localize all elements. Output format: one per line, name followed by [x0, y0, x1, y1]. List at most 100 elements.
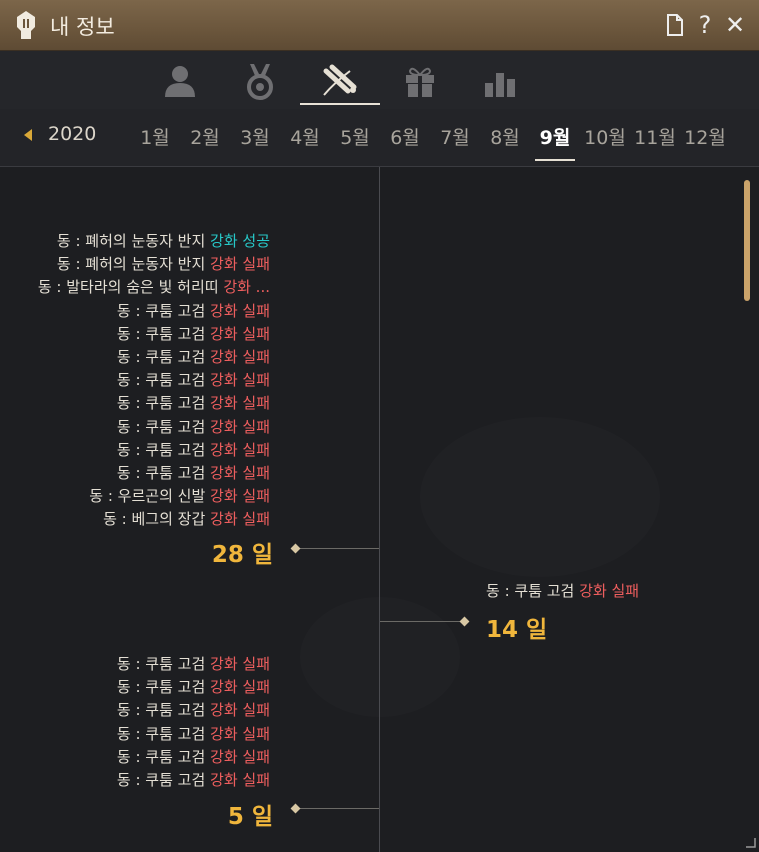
entry-item-text: 동 : 폐허의 눈동자 반지 — [56, 232, 211, 250]
timeline-connector — [296, 548, 379, 549]
history-entry: 동 : 쿠툼 고검 강화 실패 — [117, 676, 270, 699]
tab-stats[interactable] — [460, 57, 540, 105]
entry-result: 강화 실패 — [210, 417, 270, 436]
scroll-quill-icon — [323, 64, 357, 96]
entry-result: 강화 실패 — [210, 724, 270, 743]
entry-result: 강화 실패 — [210, 510, 270, 529]
entry-result: 강화 실패 — [210, 487, 270, 506]
month-9[interactable]: 9월 — [530, 123, 580, 161]
scrollbar[interactable] — [744, 180, 750, 848]
title-bar[interactable]: 내 정보 ? ✕ — [0, 0, 759, 51]
month-7[interactable]: 7월 — [430, 123, 480, 150]
entry-item-text: 동 : 우르곤의 신발 — [89, 487, 211, 506]
entry-item-text: 동 : 쿠툼 고검 — [116, 678, 211, 697]
entry-result: 강화 실패 — [210, 440, 270, 459]
entry-item-text: 동 : 폐허의 눈동자 반지 — [56, 255, 211, 274]
history-entry: 동 : 쿠툼 고검 강화 실패 — [117, 746, 270, 769]
entry-result: 강화 실패 — [210, 324, 270, 343]
day-group-entries: 동 : 쿠툼 고검 강화 실패 동 : 쿠툼 고검 강화 실패 동 : 쿠툼 고검 … — [117, 653, 270, 792]
entry-result: 강화 성공 — [210, 232, 270, 250]
month-4[interactable]: 4월 — [280, 123, 330, 150]
history-entry: 동 : 쿠툼 고검 강화 실패 — [38, 392, 270, 415]
window-title: 내 정보 — [50, 15, 115, 39]
medal-icon — [247, 64, 273, 100]
entry-result: 강화 실패 — [210, 701, 270, 720]
month-3[interactable]: 3월 — [230, 123, 280, 150]
entry-item-text: 동 : 베그의 장갑 — [103, 510, 211, 529]
month-6[interactable]: 6월 — [380, 123, 430, 150]
entry-item-text: 동 : 쿠툼 고검 — [116, 417, 211, 436]
entry-result: 강화 실패 — [210, 301, 270, 320]
history-entry: 동 : 쿠툼 고검 강화 실패 — [38, 462, 270, 485]
entry-item-text: 동 : 쿠툼 고검 — [116, 771, 211, 790]
entry-item-text: 동 : 쿠툼 고검 — [116, 724, 211, 743]
history-entry: 동 : 쿠툼 고검 강화 실패 — [38, 439, 270, 462]
resize-grip-icon[interactable] — [744, 836, 756, 848]
entry-item-text: 동 : 쿠툼 고검 — [116, 371, 211, 390]
entry-item-text: 동 : 쿠툼 고검 — [116, 324, 211, 343]
entry-result: 강화 실패 — [579, 582, 640, 600]
entry-item-text: 동 : 쿠툼 고검 — [116, 440, 211, 459]
scrollbar-thumb[interactable] — [744, 180, 750, 301]
entry-result: 강화 실패 — [210, 747, 270, 766]
tab-gift[interactable] — [380, 57, 460, 105]
history-entry: 동 : 베그의 장갑 강화 실패 — [38, 508, 270, 531]
entry-result: 강화 실패 — [210, 771, 270, 790]
entry-result: 강화 실패 — [210, 348, 270, 367]
history-entry: 동 : 쿠툼 고검 강화 실패 — [38, 416, 270, 439]
person-icon — [165, 66, 195, 97]
timeline-connector — [380, 621, 464, 622]
document-icon[interactable] — [662, 12, 688, 38]
close-icon[interactable]: ✕ — [722, 12, 748, 38]
tab-profile[interactable] — [140, 57, 220, 105]
day-label: 28 일 — [211, 542, 273, 568]
month-11[interactable]: 11월 — [630, 123, 680, 150]
entry-result: 강화 ... — [223, 278, 270, 297]
history-entry: 동 : 쿠툼 고검 강화 실패 — [486, 580, 639, 603]
day-group-entries: 동 : 폐허의 눈동자 반지 강화 성공 동 : 폐허의 눈동자 반지 강화 실패… — [38, 230, 270, 532]
history-entry: 동 : 폐허의 눈동자 반지 강화 성공 — [38, 230, 270, 253]
entry-item-text: 동 : 쿠툼 고검 — [116, 701, 211, 720]
history-entry: 동 : 쿠툼 고검 강화 실패 — [117, 653, 270, 676]
bar-chart-icon — [485, 73, 515, 97]
entry-item-text: 동 : 쿠툼 고검 — [116, 747, 211, 766]
entry-item-text: 동 : 쿠툼 고검 — [116, 655, 211, 673]
day-group-entries: 동 : 쿠툼 고검 강화 실패 — [486, 580, 639, 603]
month-2[interactable]: 2월 — [180, 123, 230, 150]
month-5[interactable]: 5월 — [330, 123, 380, 150]
entry-result: 강화 실패 — [210, 255, 270, 274]
history-entry: 동 : 쿠툼 고검 강화 실패 — [117, 699, 270, 722]
day-label: 5 일 — [227, 804, 273, 830]
year-label: 2020 — [48, 123, 97, 145]
helmet-emblem-icon — [17, 11, 35, 39]
entry-item-text: 동 : 쿠툼 고검 — [116, 464, 211, 483]
entry-result: 강화 실패 — [210, 464, 270, 483]
entry-item-text: 동 : 발타라의 숨은 빛 허리띠 — [37, 278, 224, 297]
month-selector: 2020 1월 2월 3월 4월 5월 6월 7월 8월 9월 10월 11월 12월 — [0, 109, 759, 167]
history-entry: 동 : 쿠툼 고검 강화 실패 — [38, 369, 270, 392]
entry-result: 강화 실패 — [210, 678, 270, 697]
help-icon[interactable]: ? — [692, 12, 718, 38]
entry-item-text: 동 : 쿠툼 고검 — [486, 582, 580, 600]
history-entry: 동 : 쿠툼 고검 강화 실패 — [38, 300, 270, 323]
tab-history[interactable] — [300, 57, 380, 105]
entry-item-text: 동 : 쿠툼 고검 — [116, 348, 211, 367]
gift-icon — [406, 67, 434, 97]
month-1[interactable]: 1월 — [130, 123, 180, 150]
timeline-connector — [296, 808, 379, 809]
history-entry: 동 : 폐허의 눈동자 반지 강화 실패 — [38, 253, 270, 276]
history-entry: 동 : 쿠툼 고검 강화 실패 — [117, 723, 270, 746]
tab-medal[interactable] — [220, 57, 300, 105]
entry-item-text: 동 : 쿠툼 고검 — [116, 394, 211, 413]
history-entry: 동 : 쿠툼 고검 강화 실패 — [38, 346, 270, 369]
tab-bar — [0, 51, 759, 109]
month-8[interactable]: 8월 — [480, 123, 530, 150]
month-12[interactable]: 12월 — [680, 123, 730, 150]
month-10[interactable]: 10월 — [580, 123, 630, 150]
entry-result: 강화 실패 — [210, 394, 270, 413]
history-entry: 동 : 쿠툼 고검 강화 실패 — [38, 323, 270, 346]
entry-item-text: 동 : 쿠툼 고검 — [116, 301, 211, 320]
prev-year-arrow-icon[interactable] — [24, 129, 32, 141]
entry-result: 강화 실패 — [210, 371, 270, 390]
history-entry: 동 : 쿠툼 고검 강화 실패 — [117, 769, 270, 792]
